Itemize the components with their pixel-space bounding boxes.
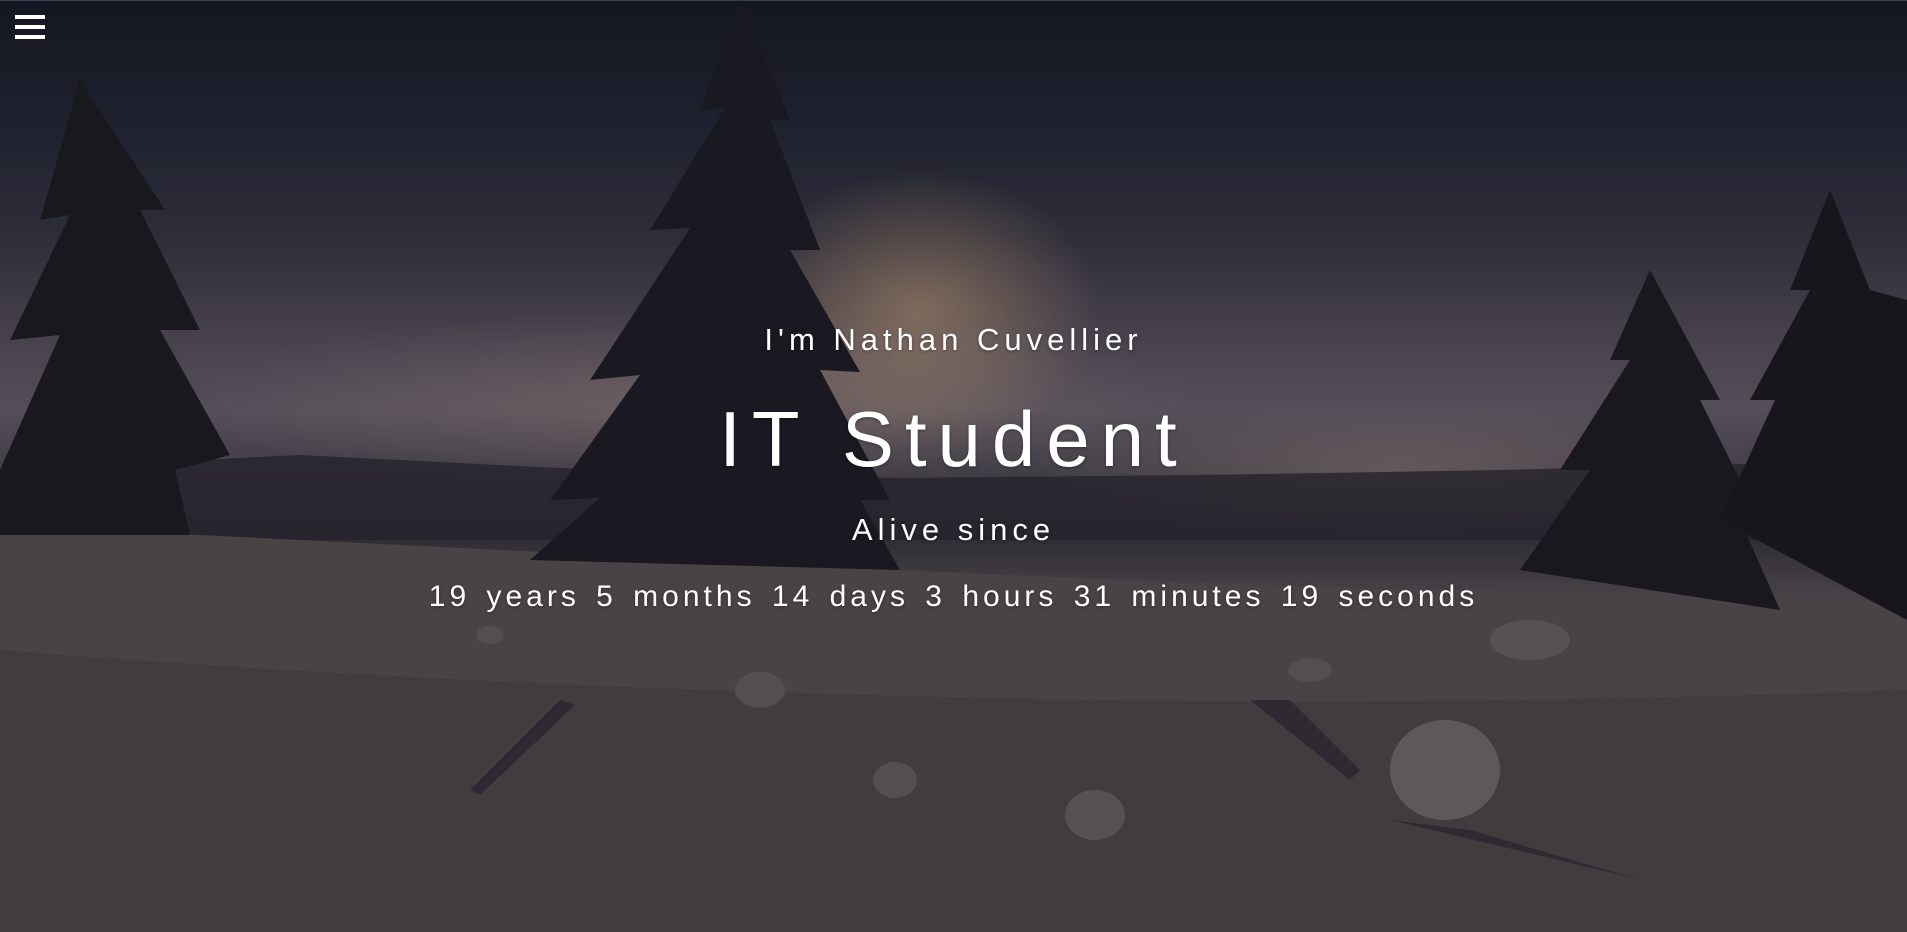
menu-bar bbox=[15, 35, 45, 39]
hero-intro: I'm Nathan Cuvellier bbox=[764, 322, 1143, 357]
hamburger-menu-icon[interactable] bbox=[15, 15, 45, 43]
alive-since-label: Alive since bbox=[851, 512, 1056, 547]
age-counter: 19 years 5 months 14 days 3 hours 31 min… bbox=[428, 580, 1479, 613]
top-border bbox=[0, 0, 1907, 1]
hero-role-title: IT Student bbox=[719, 395, 1188, 483]
menu-bar bbox=[15, 15, 45, 19]
menu-bar bbox=[15, 25, 45, 29]
landing-page: I'm Nathan Cuvellier IT Student Alive si… bbox=[0, 0, 1907, 932]
